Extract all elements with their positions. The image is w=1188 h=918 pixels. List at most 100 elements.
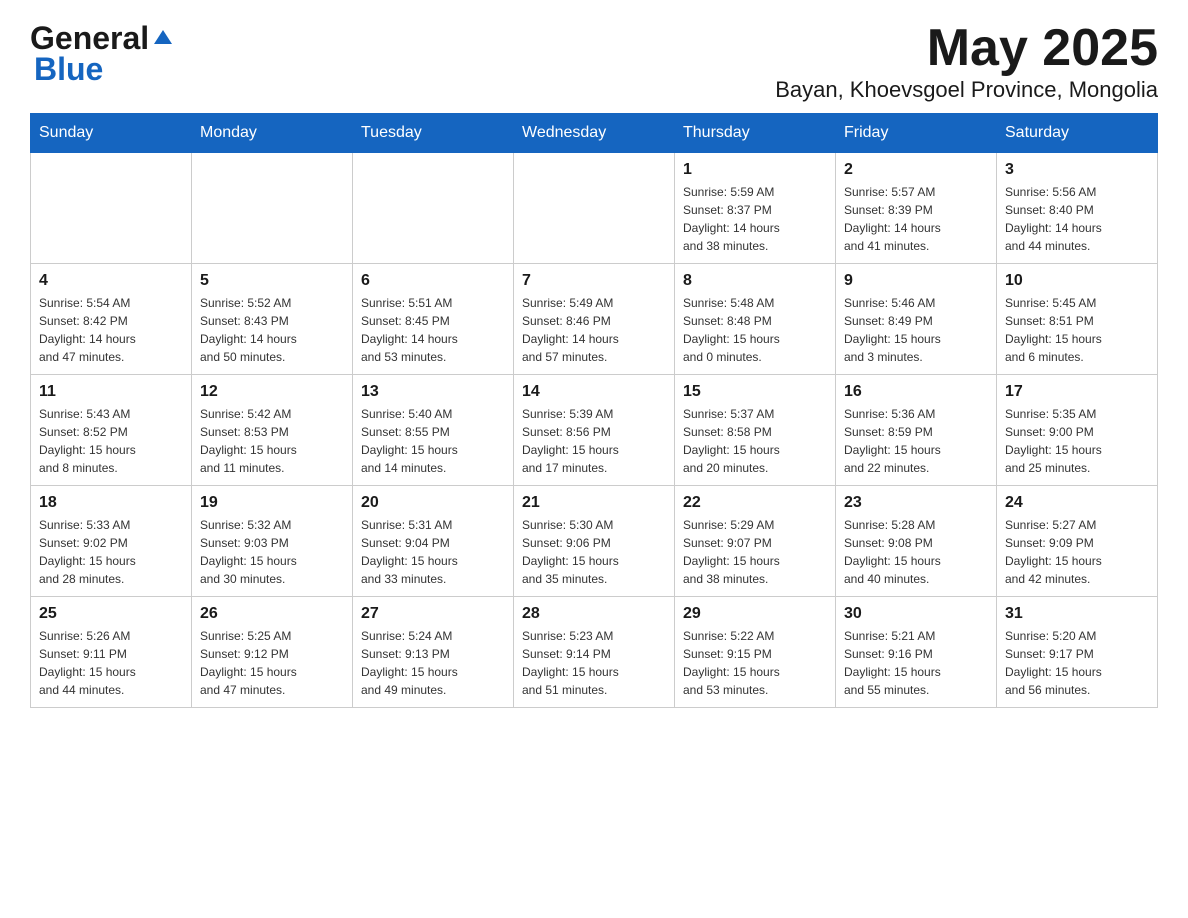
day-info: Sunrise: 5:57 AM Sunset: 8:39 PM Dayligh… [844,183,988,255]
calendar-day-cell: 11 Sunrise: 5:43 AM Sunset: 8:52 PM Dayli… [31,375,192,486]
day-info: Sunrise: 5:43 AM Sunset: 8:52 PM Dayligh… [39,405,183,477]
day-number: 23 [844,494,988,512]
calendar-day-cell: 1Sunrise: 5:59 AM Sunset: 8:37 PM Daylig… [675,153,836,264]
day-info: Sunrise: 5:30 AM Sunset: 9:06 PM Dayligh… [522,516,666,588]
calendar-day-cell: 3 Sunrise: 5:56 AM Sunset: 8:40 PM Daylig… [997,153,1158,264]
calendar-day-cell [353,153,514,264]
calendar-weekday-header: Wednesday [514,114,675,153]
day-info: Sunrise: 5:52 AM Sunset: 8:43 PM Dayligh… [200,294,344,366]
day-info: Sunrise: 5:31 AM Sunset: 9:04 PM Dayligh… [361,516,505,588]
day-info: Sunrise: 5:37 AM Sunset: 8:58 PM Dayligh… [683,405,827,477]
day-info: Sunrise: 5:35 AM Sunset: 9:00 PM Dayligh… [1005,405,1149,477]
calendar-day-cell: 22 Sunrise: 5:29 AM Sunset: 9:07 PM Dayli… [675,486,836,597]
day-number: 14 [522,383,666,401]
day-number: 20 [361,494,505,512]
month-title: May 2025 [775,20,1158,77]
calendar-weekday-header: Thursday [675,114,836,153]
calendar-day-cell: 17 Sunrise: 5:35 AM Sunset: 9:00 PM Dayli… [997,375,1158,486]
calendar-day-cell: 8 Sunrise: 5:48 AM Sunset: 8:48 PM Daylig… [675,264,836,375]
calendar-day-cell: 29 Sunrise: 5:22 AM Sunset: 9:15 PM Dayli… [675,597,836,708]
day-number: 2 [844,161,988,179]
calendar-day-cell [192,153,353,264]
calendar-table: SundayMondayTuesdayWednesdayThursdayFrid… [30,113,1158,708]
day-number: 7 [522,272,666,290]
day-info: Sunrise: 5:51 AM Sunset: 8:45 PM Dayligh… [361,294,505,366]
title-section: May 2025 Bayan, Khoevsgoel Province, Mon… [775,20,1158,103]
calendar-day-cell: 30 Sunrise: 5:21 AM Sunset: 9:16 PM Dayli… [836,597,997,708]
day-info: Sunrise: 5:26 AM Sunset: 9:11 PM Dayligh… [39,627,183,699]
day-info: Sunrise: 5:48 AM Sunset: 8:48 PM Dayligh… [683,294,827,366]
day-number: 8 [683,272,827,290]
calendar-day-cell: 6 Sunrise: 5:51 AM Sunset: 8:45 PM Daylig… [353,264,514,375]
day-number: 29 [683,605,827,623]
calendar-day-cell: 23Sunrise: 5:28 AM Sunset: 9:08 PM Dayli… [836,486,997,597]
logo: General Blue [30,20,174,88]
day-info: Sunrise: 5:49 AM Sunset: 8:46 PM Dayligh… [522,294,666,366]
day-info: Sunrise: 5:56 AM Sunset: 8:40 PM Dayligh… [1005,183,1149,255]
day-info: Sunrise: 5:42 AM Sunset: 8:53 PM Dayligh… [200,405,344,477]
calendar-day-cell: 25 Sunrise: 5:26 AM Sunset: 9:11 PM Dayli… [31,597,192,708]
calendar-day-cell: 7 Sunrise: 5:49 AM Sunset: 8:46 PM Daylig… [514,264,675,375]
day-info: Sunrise: 5:23 AM Sunset: 9:14 PM Dayligh… [522,627,666,699]
calendar-day-cell: 24Sunrise: 5:27 AM Sunset: 9:09 PM Dayli… [997,486,1158,597]
calendar-day-cell: 4 Sunrise: 5:54 AM Sunset: 8:42 PM Daylig… [31,264,192,375]
day-number: 4 [39,272,183,290]
calendar-day-cell: 18Sunrise: 5:33 AM Sunset: 9:02 PM Dayli… [31,486,192,597]
day-info: Sunrise: 5:54 AM Sunset: 8:42 PM Dayligh… [39,294,183,366]
day-number: 21 [522,494,666,512]
day-number: 5 [200,272,344,290]
day-info: Sunrise: 5:22 AM Sunset: 9:15 PM Dayligh… [683,627,827,699]
day-number: 30 [844,605,988,623]
day-info: Sunrise: 5:45 AM Sunset: 8:51 PM Dayligh… [1005,294,1149,366]
day-info: Sunrise: 5:40 AM Sunset: 8:55 PM Dayligh… [361,405,505,477]
day-number: 19 [200,494,344,512]
day-info: Sunrise: 5:21 AM Sunset: 9:16 PM Dayligh… [844,627,988,699]
calendar-day-cell: 20 Sunrise: 5:31 AM Sunset: 9:04 PM Dayli… [353,486,514,597]
calendar-header-row: SundayMondayTuesdayWednesdayThursdayFrid… [31,114,1158,153]
calendar-day-cell: 21 Sunrise: 5:30 AM Sunset: 9:06 PM Dayli… [514,486,675,597]
day-info: Sunrise: 5:59 AM Sunset: 8:37 PM Dayligh… [683,183,827,255]
calendar-day-cell: 2 Sunrise: 5:57 AM Sunset: 8:39 PM Daylig… [836,153,997,264]
day-info: Sunrise: 5:32 AM Sunset: 9:03 PM Dayligh… [200,516,344,588]
calendar-week-row: 25 Sunrise: 5:26 AM Sunset: 9:11 PM Dayli… [31,597,1158,708]
day-info: Sunrise: 5:20 AM Sunset: 9:17 PM Dayligh… [1005,627,1149,699]
calendar-day-cell: 9Sunrise: 5:46 AM Sunset: 8:49 PM Daylig… [836,264,997,375]
calendar-day-cell: 10 Sunrise: 5:45 AM Sunset: 8:51 PM Dayli… [997,264,1158,375]
day-number: 3 [1005,161,1149,179]
calendar-day-cell: 19 Sunrise: 5:32 AM Sunset: 9:03 PM Dayli… [192,486,353,597]
calendar-day-cell: 28 Sunrise: 5:23 AM Sunset: 9:14 PM Dayli… [514,597,675,708]
calendar-week-row: 1Sunrise: 5:59 AM Sunset: 8:37 PM Daylig… [31,153,1158,264]
day-number: 12 [200,383,344,401]
day-number: 15 [683,383,827,401]
calendar-day-cell: 27Sunrise: 5:24 AM Sunset: 9:13 PM Dayli… [353,597,514,708]
day-number: 11 [39,383,183,401]
calendar-weekday-header: Saturday [997,114,1158,153]
day-number: 31 [1005,605,1149,623]
calendar-day-cell: 15 Sunrise: 5:37 AM Sunset: 8:58 PM Dayli… [675,375,836,486]
day-number: 28 [522,605,666,623]
day-number: 17 [1005,383,1149,401]
day-number: 16 [844,383,988,401]
day-number: 26 [200,605,344,623]
calendar-day-cell: 31 Sunrise: 5:20 AM Sunset: 9:17 PM Dayli… [997,597,1158,708]
day-info: Sunrise: 5:29 AM Sunset: 9:07 PM Dayligh… [683,516,827,588]
logo-triangle-icon [152,26,174,48]
calendar-day-cell: 5 Sunrise: 5:52 AM Sunset: 8:43 PM Daylig… [192,264,353,375]
calendar-week-row: 11 Sunrise: 5:43 AM Sunset: 8:52 PM Dayli… [31,375,1158,486]
calendar-weekday-header: Sunday [31,114,192,153]
calendar-day-cell [31,153,192,264]
calendar-week-row: 4 Sunrise: 5:54 AM Sunset: 8:42 PM Daylig… [31,264,1158,375]
calendar-day-cell [514,153,675,264]
day-info: Sunrise: 5:39 AM Sunset: 8:56 PM Dayligh… [522,405,666,477]
day-info: Sunrise: 5:36 AM Sunset: 8:59 PM Dayligh… [844,405,988,477]
day-info: Sunrise: 5:33 AM Sunset: 9:02 PM Dayligh… [39,516,183,588]
day-number: 10 [1005,272,1149,290]
calendar-day-cell: 14 Sunrise: 5:39 AM Sunset: 8:56 PM Dayli… [514,375,675,486]
day-number: 22 [683,494,827,512]
page-header: General Blue May 2025 Bayan, Khoevsgoel … [30,20,1158,103]
day-number: 27 [361,605,505,623]
location-title: Bayan, Khoevsgoel Province, Mongolia [775,77,1158,103]
day-number: 6 [361,272,505,290]
day-number: 25 [39,605,183,623]
day-info: Sunrise: 5:25 AM Sunset: 9:12 PM Dayligh… [200,627,344,699]
